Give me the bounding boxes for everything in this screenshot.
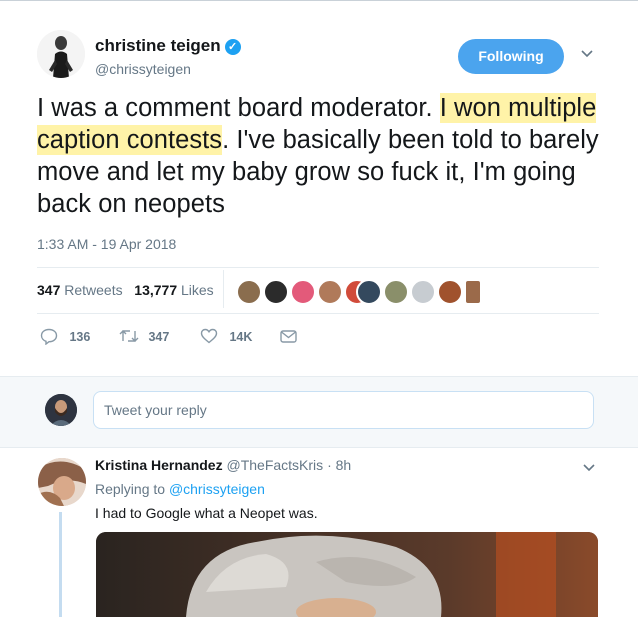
reply-input[interactable]: Tweet your reply — [93, 391, 594, 429]
heart-icon — [200, 328, 218, 344]
reply-author-avatar[interactable] — [38, 458, 86, 506]
reply-count: 136 — [69, 330, 91, 344]
tweet-text: I was a comment board moderator. I won m… — [37, 92, 607, 220]
like-action[interactable]: 14K — [200, 328, 252, 344]
user-avatar[interactable] — [45, 394, 77, 426]
liker-avatar[interactable] — [356, 279, 382, 305]
following-button[interactable]: Following — [458, 39, 564, 74]
tweet-timestamp[interactable]: 1:33 AM - 19 Apr 2018 — [37, 236, 176, 252]
envelope-icon — [280, 330, 297, 343]
author-name[interactable]: christine teigen — [95, 36, 221, 55]
like-count: 14K — [229, 330, 253, 344]
author-avatar[interactable] — [37, 30, 85, 78]
liker-avatar[interactable] — [290, 279, 316, 305]
author-name-row[interactable]: christine teigen ✓ — [95, 36, 241, 56]
liker-avatar[interactable] — [383, 279, 409, 305]
top-border — [0, 0, 638, 1]
divider — [37, 313, 599, 314]
reply-author-row[interactable]: Kristina Hernandez @TheFactsKris · 8h — [95, 457, 351, 473]
author-handle[interactable]: @chrissyteigen — [95, 61, 191, 77]
divider — [37, 267, 599, 268]
liker-avatar[interactable] — [464, 279, 482, 305]
liker-avatar[interactable] — [410, 279, 436, 305]
retweet-count: 347 — [148, 330, 170, 344]
liker-avatar[interactable] — [263, 279, 289, 305]
reply-action[interactable]: 136 — [40, 328, 91, 346]
retweet-action[interactable]: 347 — [119, 328, 169, 344]
liker-avatar[interactable] — [236, 279, 262, 305]
liker-avatar[interactable] — [317, 279, 343, 305]
likes-count[interactable]: 13,777 — [134, 282, 177, 298]
liker-avatar[interactable] — [437, 279, 463, 305]
tweet-text-part1: I was a comment board moderator. — [37, 94, 440, 122]
thread-line — [59, 512, 62, 617]
retweets-label[interactable]: Retweets — [64, 282, 122, 298]
reply-chevron-down-icon[interactable] — [583, 459, 595, 475]
retweet-icon — [119, 330, 139, 342]
reply-dot: · — [327, 457, 332, 473]
reply-author-name[interactable]: Kristina Hernandez — [95, 457, 223, 473]
reply-icon — [40, 328, 58, 346]
chevron-down-icon[interactable] — [581, 45, 593, 61]
verified-badge-icon: ✓ — [224, 39, 241, 55]
message-action[interactable] — [280, 330, 297, 346]
stats-separator — [223, 270, 224, 308]
reply-author-handle[interactable]: @TheFactsKris — [226, 457, 323, 473]
likes-label[interactable]: Likes — [181, 282, 214, 298]
reply-media-image[interactable] — [96, 532, 598, 617]
replying-to-handle[interactable]: @chrissyteigen — [169, 481, 265, 497]
replying-prefix: Replying to — [95, 481, 166, 497]
retweets-count[interactable]: 347 — [37, 282, 60, 298]
tweet-stats: 347 Retweets 13,777 Likes — [37, 282, 214, 298]
reply-time[interactable]: 8h — [336, 457, 352, 473]
replying-to: Replying to @chrissyteigen — [95, 481, 265, 497]
reply-text: I had to Google what a Neopet was. — [95, 505, 318, 521]
